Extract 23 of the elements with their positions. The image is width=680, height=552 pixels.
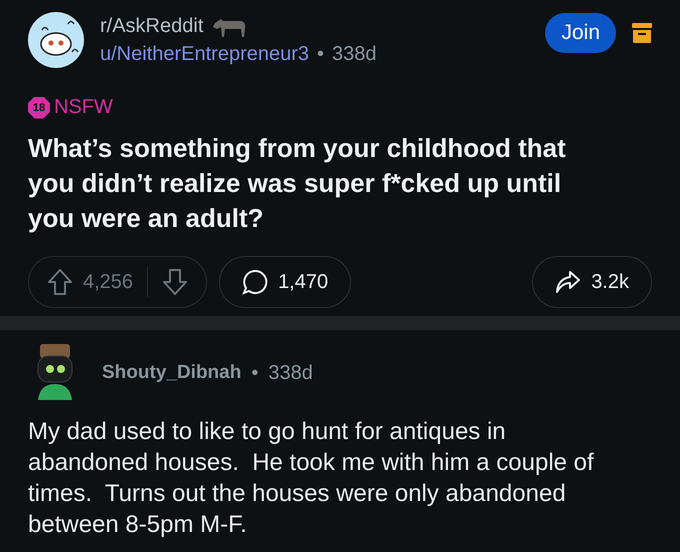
share-button[interactable]: 3.2k xyxy=(532,256,652,308)
downvote-button[interactable] xyxy=(162,268,188,296)
author-link[interactable]: u/NeitherEntrepreneur3 xyxy=(100,42,310,66)
post-title: What’s something from your childhood that you didn’t realize was super f*cked up until you were an adult? xyxy=(28,132,567,235)
nsfw-label: NSFW xyxy=(54,96,113,119)
down-arrow-icon xyxy=(162,268,188,296)
vote-count: 4,256 xyxy=(83,270,134,294)
comment-text: My dad used to like to go hunt for antiques in abandoned houses. He took me with him a couple of times. Turns out the houses were only abandoned between 8-5pm M-F. xyxy=(28,417,595,540)
comment-age: 338d xyxy=(268,362,313,384)
post-age: 338d xyxy=(332,42,377,66)
separator-dot: • xyxy=(317,42,324,66)
join-button[interactable]: Join xyxy=(545,13,616,53)
speech-bubble-icon xyxy=(242,269,268,295)
separator-dot: • xyxy=(251,362,258,384)
community-avatar[interactable] xyxy=(28,12,84,68)
up-arrow-icon xyxy=(47,268,73,296)
archive-icon[interactable] xyxy=(632,22,652,44)
comments-button[interactable]: 1,470 xyxy=(219,256,352,308)
age-badge: 18 xyxy=(28,96,50,118)
comment-author[interactable]: Shouty_Dibnah xyxy=(102,362,242,384)
share-arrow-icon xyxy=(555,270,582,294)
subreddit-name[interactable]: r/AskReddit xyxy=(100,15,204,38)
upvote-button[interactable] xyxy=(47,268,73,296)
